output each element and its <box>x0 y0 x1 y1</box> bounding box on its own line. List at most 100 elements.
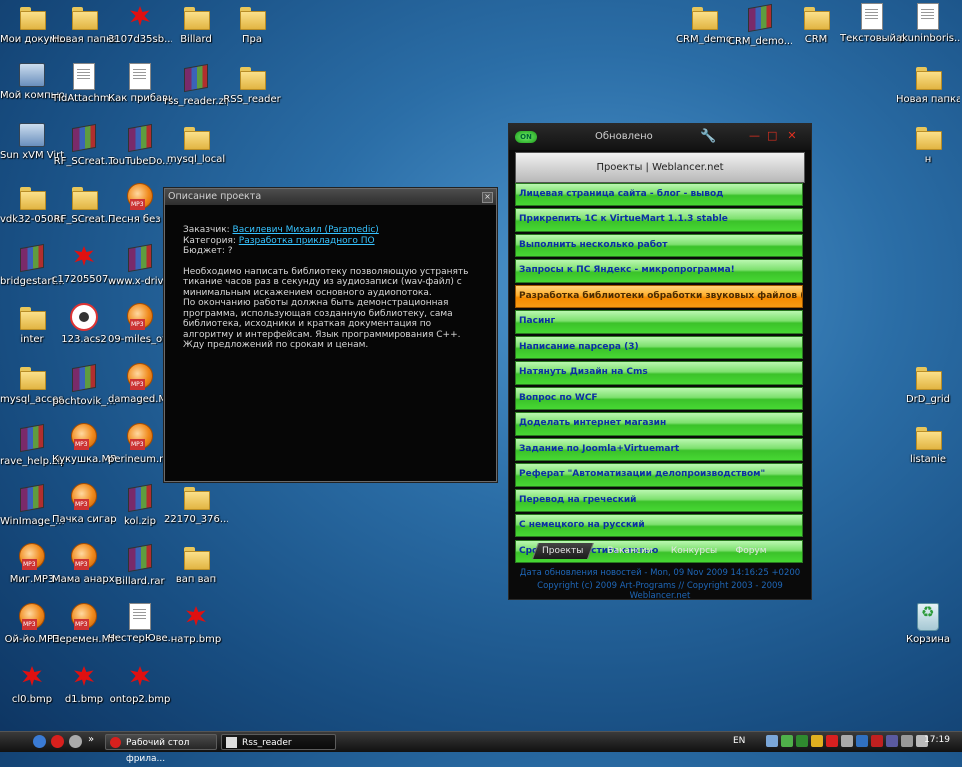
language-indicator[interactable]: EN <box>733 736 745 746</box>
tray-icon[interactable] <box>841 735 853 747</box>
desktop-icon[interactable]: d1.bmp <box>52 663 116 705</box>
doc-icon <box>861 3 883 30</box>
sys-icon <box>19 63 45 87</box>
minimize-icon[interactable]: — <box>749 130 760 141</box>
desktop-icon[interactable]: н <box>896 123 960 165</box>
project-item[interactable]: Вопрос по WCF <box>515 386 803 411</box>
desktop-icon[interactable]: Песня без слов.MP3 <box>108 183 172 225</box>
tray-icon[interactable] <box>886 735 898 747</box>
desktop-icon[interactable]: 22170_376... <box>164 483 228 525</box>
bmp-icon <box>70 243 98 271</box>
project-item[interactable]: Натянуть Дизайн на Cms <box>515 361 803 385</box>
desktop-icon[interactable]: 123.acs2 <box>52 303 116 345</box>
tray-icon[interactable] <box>766 735 778 747</box>
desktop-icon[interactable]: Кукушка.MP3 <box>52 423 116 465</box>
desktop-icon[interactable]: perineum.mp3 <box>108 423 172 465</box>
desktop-icon[interactable]: pochtovik_... <box>52 363 116 407</box>
wrench-icon[interactable]: 🔧 <box>700 129 716 144</box>
desktop-icon[interactable]: listanie <box>896 423 960 465</box>
project-item[interactable]: Перевод на греческий <box>515 488 803 512</box>
desktop-icon[interactable]: Новая папка (2) <box>896 63 960 105</box>
desktop-icon[interactable]: akuninboris... <box>896 3 960 44</box>
desktop-icon[interactable]: CRM_demo.... <box>728 3 792 47</box>
project-item[interactable]: Выполнить несколько работ <box>515 233 803 258</box>
desktop-icon[interactable]: вап вап <box>164 543 228 585</box>
tab-1[interactable]: Вакансии <box>605 543 655 559</box>
tray-icon[interactable] <box>811 735 823 747</box>
desktop-icon[interactable]: Новая папка <box>52 3 116 45</box>
desktop-icon[interactable]: Перемен.MP3 <box>52 603 116 645</box>
customer-label: Заказчик: <box>183 225 233 235</box>
desktop-icon[interactable]: Мама анархия2.... <box>52 543 116 585</box>
project-item[interactable]: Разработка библиотеки обработки звуковых… <box>515 284 803 309</box>
desktop-icon[interactable]: ЧестерЮве... <box>108 603 172 644</box>
more-chevron-icon[interactable]: » <box>88 734 94 745</box>
mp3-icon <box>19 543 45 570</box>
project-item[interactable]: Прикрепить 1С к VirtueMart 1.1.3 stable <box>515 208 803 232</box>
task-button-desktop[interactable]: Рабочий стол фрила... <box>105 734 217 764</box>
desktop-icon[interactable]: mysql_local <box>164 123 228 165</box>
category-link[interactable]: Разработка прикладного ПО <box>239 236 375 246</box>
desktop-icon[interactable]: CRM <box>784 3 848 45</box>
tray-icon[interactable] <box>871 735 883 747</box>
project-item[interactable]: Доделать интернет магазин <box>515 412 803 436</box>
desktop-icon[interactable]: RSS_reader <box>220 63 284 105</box>
desktop-icon[interactable]: ontop2.bmp <box>108 663 172 705</box>
desktop-icon[interactable]: RF_SCreat... <box>52 183 116 225</box>
tray-icon[interactable] <box>781 735 793 747</box>
project-item[interactable]: Пасинг <box>515 310 803 334</box>
opera-icon[interactable] <box>51 735 64 748</box>
project-item[interactable]: Написание парсера (3) <box>515 335 803 360</box>
desktop-icon[interactable]: RF_SCreat... <box>52 123 116 167</box>
desktop-icon[interactable]: натр.bmp <box>164 603 228 645</box>
desktop-icon[interactable]: Корзина <box>896 603 960 645</box>
desktop-icon[interactable]: damaged.MP3 <box>108 363 172 405</box>
maximize-icon[interactable]: □ <box>767 130 777 141</box>
desktop-icon[interactable]: DrD_grid <box>896 363 960 405</box>
desktop-icon-label: Как прибави... <box>108 93 172 104</box>
desktop-icon[interactable]: kol.zip <box>108 483 172 527</box>
desktop-icon-label: вап вап <box>175 574 217 585</box>
desktop-icon[interactable]: TouTubeDo... <box>108 123 172 167</box>
desktop-icon[interactable]: CRM_demo <box>672 3 736 45</box>
desktop-icon-label: d1.bmp <box>64 694 104 705</box>
tray-icon[interactable] <box>796 735 808 747</box>
tab-2[interactable]: Конкурсы <box>663 543 725 559</box>
desktop-icon[interactable]: rss_reader.zip <box>164 63 228 107</box>
project-item[interactable]: Лицевая страница сайта - блог - вывод <box>515 183 803 207</box>
project-item[interactable]: Реферат "Автоматизации делопроизводством… <box>515 463 803 487</box>
on-toggle[interactable]: ON <box>515 131 537 143</box>
desktop-icon[interactable]: Billard.rar <box>108 543 172 587</box>
desktop-icon[interactable]: Текстовый документ.txt <box>840 3 904 44</box>
description-titlebar[interactable]: Описание проекта × <box>165 189 496 205</box>
desktop-icon[interactable]: Пачка сигарет.MP3 <box>52 483 116 525</box>
app-titlebar[interactable]: ON Обновлено 🔧 — □ ✕ <box>509 124 811 150</box>
desktop-icon[interactable]: Пра <box>220 3 284 45</box>
tray-icon[interactable] <box>826 735 838 747</box>
project-item[interactable]: Запросы к ПС Яндекс - микропрограмма! <box>515 259 803 283</box>
desktop-icon[interactable]: www.x-driv... <box>108 243 172 287</box>
desktop-icon[interactable]: TIdAttachm... и delphi 200... <box>52 63 116 104</box>
task-button-rss-reader[interactable]: Rss_reader <box>221 734 336 750</box>
project-item[interactable]: С немецкого на русский <box>515 514 803 538</box>
close-icon[interactable]: × <box>482 192 493 203</box>
bmp-icon <box>18 663 46 691</box>
desktop-icon[interactable]: c17205507... <box>52 243 116 285</box>
desktop-icon[interactable]: Billard <box>164 3 228 45</box>
project-item[interactable]: Задание по Joomla+Virtuemart <box>515 437 803 462</box>
desktop-icon-label: listanie <box>909 454 947 465</box>
tray-icon[interactable] <box>901 735 913 747</box>
desktop-icon-label: Корзина <box>905 634 951 645</box>
desktop-icon[interactable]: 3107d35sb... <box>108 3 172 45</box>
update-date-text: Дата обновления новостей - Mon, 09 Nov 2… <box>519 568 801 578</box>
tray-icon[interactable] <box>856 735 868 747</box>
desktop-icon-label: натр.bmp <box>170 634 222 645</box>
desktop-icon[interactable]: 09-miles_of... <box>108 303 172 345</box>
customer-link[interactable]: Василевич Михаил (Paramedic) <box>233 225 379 235</box>
close-icon[interactable]: ✕ <box>787 130 797 141</box>
tab-0[interactable]: Проекты <box>532 543 594 559</box>
ie-icon[interactable] <box>33 735 46 748</box>
desktop-icon[interactable] <box>69 735 82 748</box>
tab-3[interactable]: Форум <box>731 543 771 559</box>
desktop-icon[interactable]: Как прибави... <box>108 63 172 104</box>
